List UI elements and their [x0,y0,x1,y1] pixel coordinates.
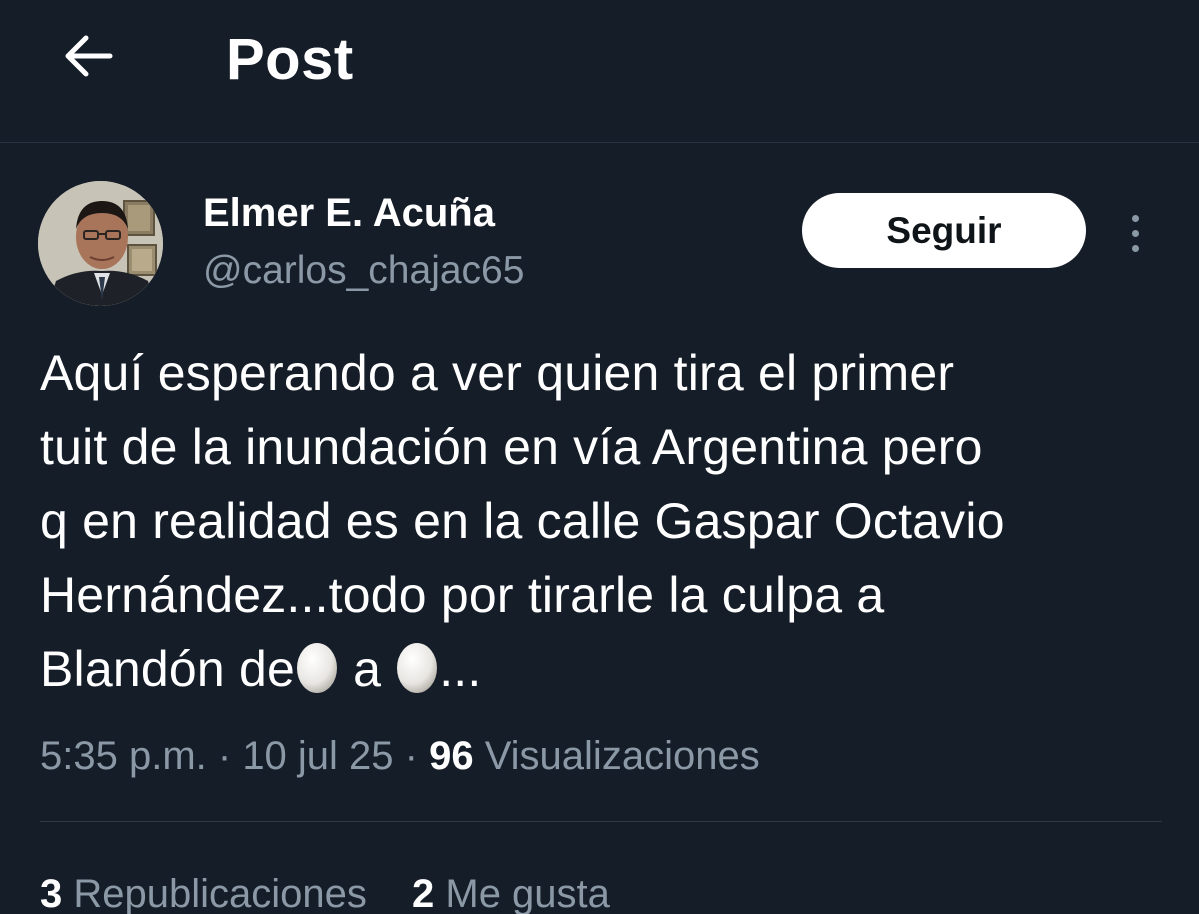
author-name[interactable]: Elmer E. Acuña [203,190,495,236]
post-meta: 5:35 p.m. · 10 jul 25 · 96 Visualizacion… [40,728,760,784]
back-button[interactable] [56,24,120,88]
likes-stat[interactable]: 2 Me gusta [412,872,610,914]
avatar[interactable] [38,181,163,306]
egg-icon [397,643,438,693]
more-vertical-icon [1131,214,1139,222]
views-count: 96 [429,734,474,778]
more-vertical-icon-dot [1131,244,1139,252]
follow-button[interactable]: Seguir [802,193,1086,268]
arrow-left-icon [65,35,113,77]
reposts-label: Republicaciones [62,872,367,914]
top-bar: Post [0,0,1199,143]
tweet-line-last: Blandón de a ... [40,632,1170,706]
profile-photo [38,181,163,306]
tweet-line: tuit de la inundación en vía Argentina p… [40,419,983,475]
post-time[interactable]: 5:35 p.m. [40,734,207,778]
meta-separator: · [206,734,243,778]
tweet-text-segment: Blandón de [40,641,296,697]
tweet-line: q en realidad es en la calle Gaspar Octa… [40,493,1005,549]
more-options-button[interactable] [1115,205,1155,261]
reposts-stat[interactable]: 3 Republicaciones [40,872,367,914]
tweet-line: Aquí esperando a ver quien tira el prime… [40,345,955,401]
likes-count: 2 [412,872,435,914]
divider [40,821,1162,822]
tweet-text-segment: ... [439,641,482,697]
tweet-text-segment: a [339,641,396,697]
egg-icon [297,643,338,693]
likes-label: Me gusta [434,872,610,914]
meta-separator: · [393,734,430,778]
tweet-line: Hernández...todo por tirarle la culpa a [40,567,885,623]
more-vertical-icon-dot [1131,229,1139,237]
page-title: Post [226,27,354,92]
author-handle[interactable]: @carlos_chajac65 [203,248,524,294]
post-date[interactable]: 10 jul 25 [242,734,393,778]
reposts-count: 3 [40,872,63,914]
views-label: Visualizaciones [473,734,760,778]
post-screen: Post Elmer E. Acuña @carlos_chajac65 Seg… [0,0,1199,914]
engagement-stats: 3 Republicaciones 2 Me gusta [40,866,644,914]
tweet-text: Aquí esperando a ver quien tira el prime… [40,336,1170,706]
